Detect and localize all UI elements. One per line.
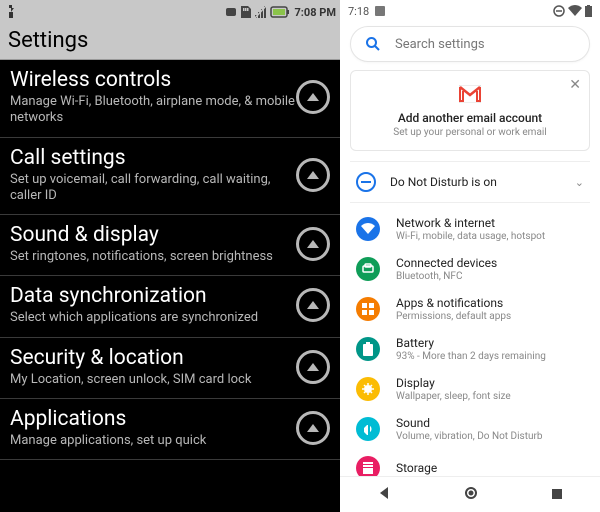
- dnd-banner[interactable]: Do Not Disturb is on ⌄: [350, 161, 590, 203]
- chevron-circle-icon: [296, 350, 330, 384]
- item-subtitle: Set up voicemail, call forwarding, call …: [10, 172, 296, 205]
- settings-item-sound[interactable]: SoundVolume, vibration, Do Not Disturb: [340, 409, 600, 449]
- nav-home[interactable]: [464, 485, 478, 504]
- chevron-circle-icon: [296, 158, 330, 192]
- settings-item-battery[interactable]: Battery93% - More than 2 days remaining: [340, 329, 600, 369]
- item-title: Sound: [396, 416, 543, 430]
- item-subtitle: Bluetooth, NFC: [396, 271, 497, 282]
- battery-icon: [585, 5, 592, 17]
- item-title: Applications: [10, 407, 296, 431]
- nav-back[interactable]: [377, 485, 391, 504]
- close-icon[interactable]: ✕: [569, 77, 581, 93]
- status-bar-right: 7:18: [340, 0, 600, 22]
- notification-icon: [375, 6, 385, 16]
- item-title: Apps & notifications: [396, 296, 511, 310]
- settings-list-left: Wireless controlsManage Wi-Fi, Bluetooth…: [0, 60, 340, 512]
- category-icon: [356, 257, 380, 281]
- item-title: Security & location: [10, 346, 296, 370]
- search-input[interactable]: Search settings: [350, 26, 590, 62]
- item-title: Connected devices: [396, 256, 497, 270]
- settings-item-storage[interactable]: Storage: [340, 449, 600, 476]
- settings-item-4[interactable]: Security & location My Location, screen u…: [0, 338, 340, 399]
- settings-item-3[interactable]: Data synchronization Select which applica…: [0, 276, 340, 337]
- settings-item-1[interactable]: Call settingsSet up voicemail, call forw…: [0, 138, 340, 216]
- status-bar-left: 7:08 PM: [0, 0, 340, 24]
- sd-icon: [240, 5, 252, 19]
- chevron-circle-icon: [296, 80, 330, 114]
- new-android-settings: 7:18 Search settings ✕ Add another email…: [340, 0, 600, 512]
- dnd-label: Do Not Disturb is on: [390, 175, 575, 189]
- old-android-settings: 7:08 PM Settings Wireless controlsManage…: [0, 0, 340, 512]
- chevron-circle-icon: [296, 411, 330, 445]
- category-icon: [356, 337, 380, 361]
- item-title: Display: [396, 376, 511, 390]
- item-title: Call settings: [10, 146, 296, 170]
- item-subtitle: 93% - More than 2 days remaining: [396, 351, 546, 362]
- usb-icon: [5, 5, 17, 19]
- gmail-icon: [459, 85, 481, 105]
- card-title: Add another email account: [361, 111, 579, 125]
- settings-item-apps-notifications[interactable]: Apps & notificationsPermissions, default…: [340, 289, 600, 329]
- category-icon: [356, 297, 380, 321]
- item-title: Sound & display: [10, 223, 296, 247]
- item-title: Storage: [396, 461, 437, 475]
- chevron-circle-icon: [296, 227, 330, 261]
- item-subtitle: Set ringtones, notifications, screen bri…: [10, 249, 296, 265]
- signal-icon: [254, 5, 268, 19]
- page-title: Settings: [0, 24, 340, 60]
- clock-left: 7:08 PM: [295, 6, 337, 19]
- item-subtitle: Manage Wi-Fi, Bluetooth, airplane mode, …: [10, 94, 296, 127]
- settings-item-network-internet[interactable]: Network & internetWi-Fi, mobile, data us…: [340, 209, 600, 249]
- settings-item-2[interactable]: Sound & display Set ringtones, notificati…: [0, 215, 340, 276]
- category-icon: [356, 417, 380, 441]
- category-icon: [356, 377, 380, 401]
- chevron-down-icon: ⌄: [575, 176, 584, 189]
- item-title: Wireless controls: [10, 68, 296, 92]
- navigation-bar: [340, 476, 600, 512]
- item-subtitle: My Location, screen unlock, SIM card loc…: [10, 372, 296, 388]
- item-title: Battery: [396, 336, 546, 350]
- search-placeholder: Search settings: [395, 37, 485, 52]
- clock-right: 7:18: [348, 5, 369, 18]
- settings-item-display[interactable]: DisplayWallpaper, sleep, font size: [340, 369, 600, 409]
- item-title: Data synchronization: [10, 284, 296, 308]
- settings-item-0[interactable]: Wireless controlsManage Wi-Fi, Bluetooth…: [0, 60, 340, 138]
- item-title: Network & internet: [396, 216, 545, 230]
- wifi-icon: [568, 5, 582, 17]
- item-subtitle: Wallpaper, sleep, font size: [396, 391, 511, 402]
- battery-icon: [270, 6, 290, 18]
- search-icon: [365, 36, 381, 52]
- item-subtitle: Permissions, default apps: [396, 311, 511, 322]
- settings-item-connected-devices[interactable]: Connected devicesBluetooth, NFC: [340, 249, 600, 289]
- nav-recent[interactable]: [551, 485, 563, 504]
- category-icon: [356, 217, 380, 241]
- settings-item-5[interactable]: Applications Manage applications, set up …: [0, 399, 340, 460]
- item-subtitle: Manage applications, set up quick: [10, 433, 296, 449]
- chevron-circle-icon: [296, 288, 330, 322]
- item-subtitle: Select which applications are synchroniz…: [10, 310, 296, 326]
- card-subtitle: Set up your personal or work email: [361, 127, 579, 138]
- item-subtitle: Wi-Fi, mobile, data usage, hotspot: [396, 231, 545, 242]
- adb-icon: [224, 5, 238, 19]
- suggestion-card[interactable]: ✕ Add another email account Set up your …: [350, 70, 590, 151]
- dnd-status-icon: [553, 5, 565, 17]
- dnd-icon: [356, 172, 376, 192]
- category-icon: [356, 456, 380, 476]
- settings-list-right: Network & internetWi-Fi, mobile, data us…: [340, 209, 600, 476]
- item-subtitle: Volume, vibration, Do Not Disturb: [396, 431, 543, 442]
